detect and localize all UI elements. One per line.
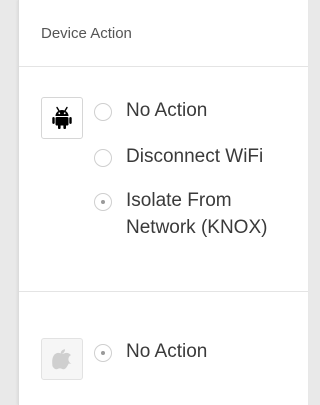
panel-header: Device Action xyxy=(19,0,308,67)
radio-android-disconnect-wifi[interactable] xyxy=(94,149,112,167)
apple-icon xyxy=(41,338,83,380)
radio-android-isolate-knox[interactable] xyxy=(94,193,112,211)
android-icon xyxy=(41,97,83,139)
android-section: No Action Disconnect WiFi Isolate From N… xyxy=(19,67,308,292)
option-label: Isolate From Network (KNOX) xyxy=(126,190,268,238)
radio-android-no-action[interactable] xyxy=(94,103,112,121)
panel-title: Device Action xyxy=(41,25,132,42)
option-label: No Action xyxy=(126,100,208,121)
radio-apple-no-action[interactable] xyxy=(94,344,112,362)
option-label: No Action xyxy=(126,341,208,362)
apple-section: No Action xyxy=(19,292,308,405)
option-label: Disconnect WiFi xyxy=(126,146,264,167)
device-action-panel: Device Action No Action Disconnect WiFi … xyxy=(18,0,308,405)
